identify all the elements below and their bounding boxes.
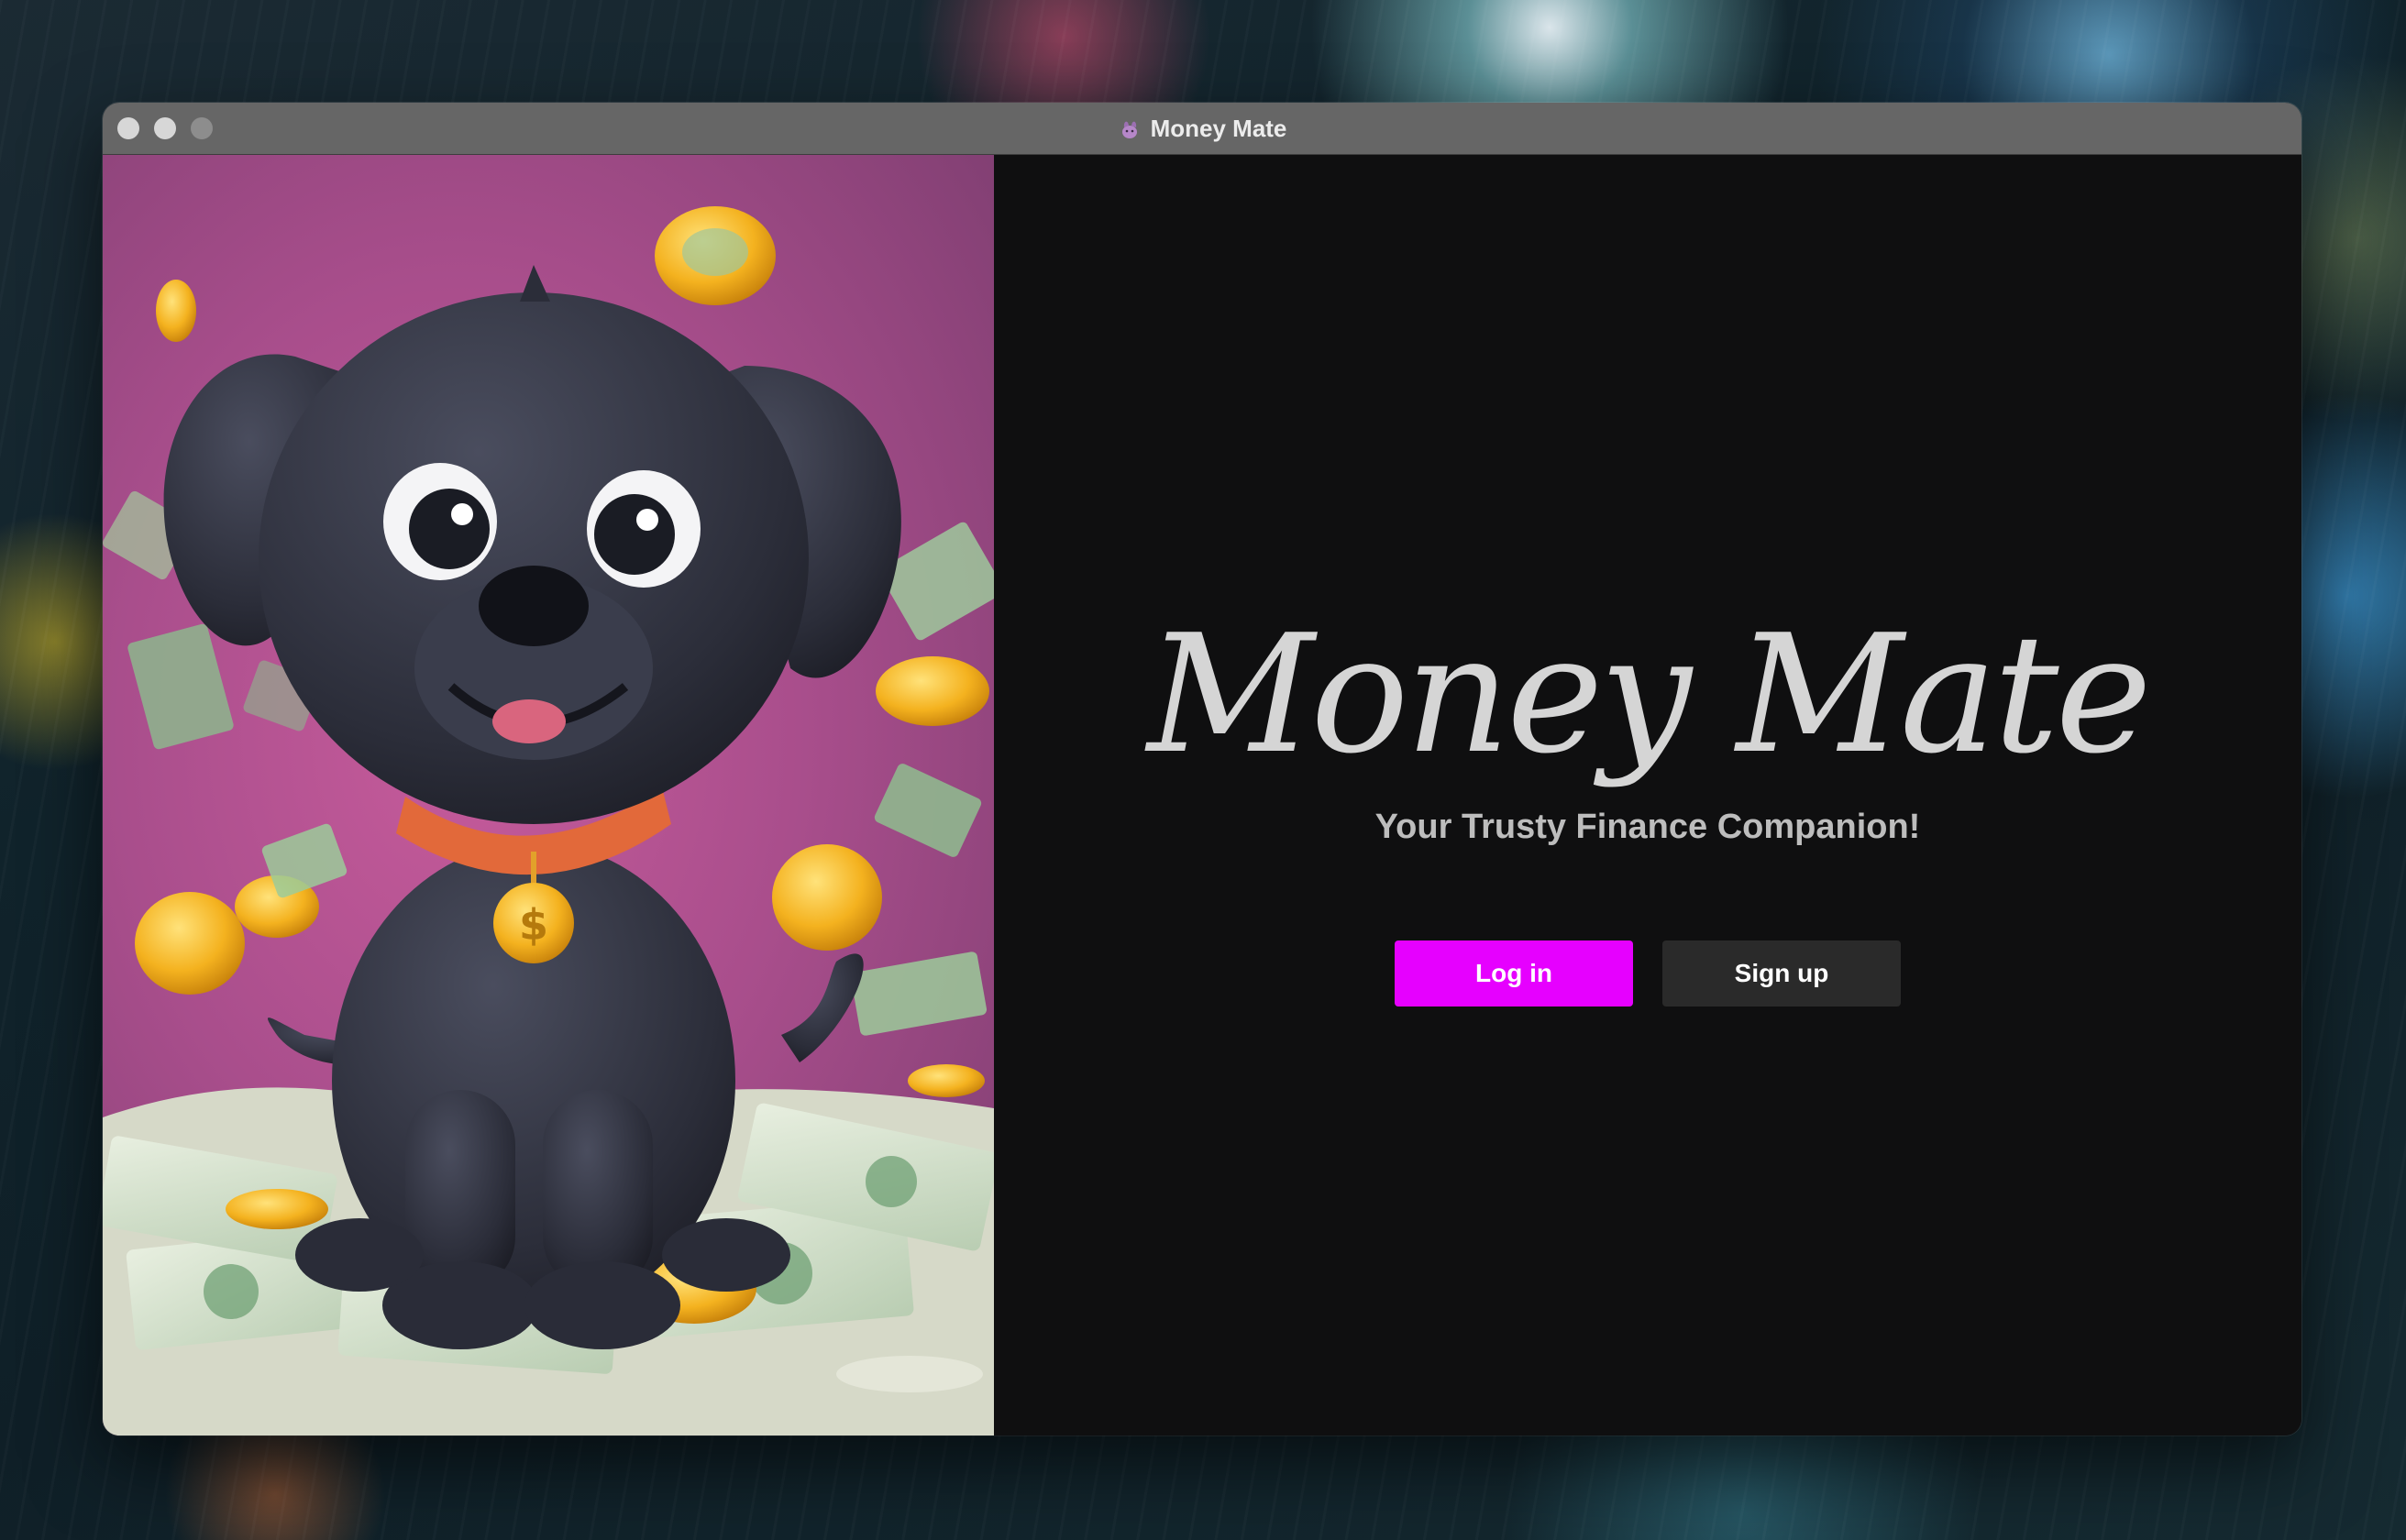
title-bar[interactable]: Money Mate: [103, 103, 2301, 155]
welcome-panel: Money Mate Your Trusty Finance Companion…: [994, 155, 2301, 1436]
window-title: Money Mate: [103, 103, 2301, 154]
window-title-text: Money Mate: [1150, 114, 1287, 142]
hero-illustration: $: [103, 155, 994, 1436]
signup-button[interactable]: Sign up: [1662, 940, 1901, 1006]
puppy-money-illustration: $: [103, 206, 994, 1436]
tagline: Your Trusty Finance Companion!: [1374, 808, 1921, 846]
dog-paw-icon: [1118, 116, 1142, 140]
login-button[interactable]: Log in: [1395, 940, 1633, 1006]
brand-logo: Money Mate: [1147, 600, 2152, 789]
svg-text:$: $: [519, 900, 548, 950]
window-content: $ Money Mate Your Trusty Finance Compani…: [103, 155, 2301, 1436]
auth-buttons: Log in Sign up: [994, 940, 2301, 1006]
app-window: Money Mate $ Money Mate Your Trusty Fina…: [103, 103, 2301, 1436]
